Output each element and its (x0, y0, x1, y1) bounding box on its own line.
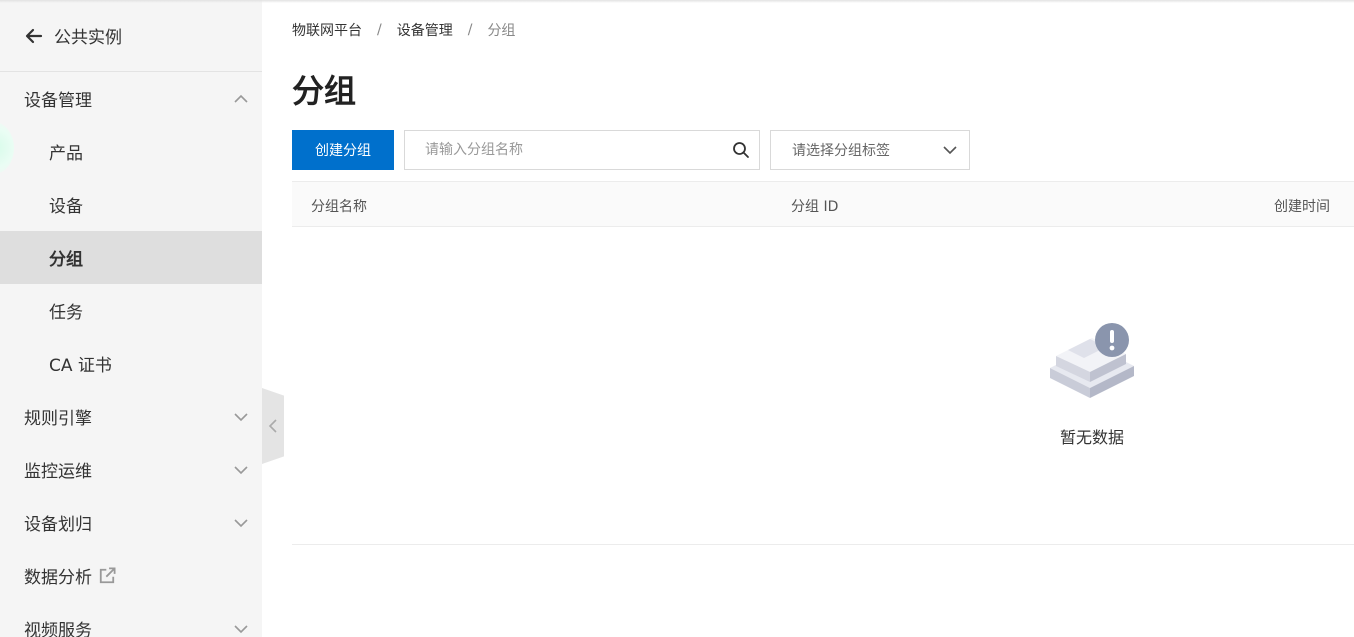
chevron-left-icon (268, 419, 277, 433)
chevron-down-icon (234, 412, 248, 421)
chevron-down-icon (234, 518, 248, 527)
sidebar-item-group[interactable]: 分组 (0, 231, 262, 284)
sidebar-item-product[interactable]: 产品 (0, 125, 262, 178)
sidebar-item-task[interactable]: 任务 (0, 284, 262, 337)
nav-group-data-analytics[interactable]: 数据分析 (0, 549, 262, 602)
group-tag-select[interactable]: 请选择分组标签 (770, 130, 970, 170)
external-link-icon (99, 566, 116, 583)
arrow-left-icon (25, 28, 43, 43)
sidebar-item-ca-certificate[interactable]: CA 证书 (0, 337, 262, 390)
breadcrumb-iot-platform[interactable]: 物联网平台 (292, 20, 362, 40)
table-header: 分组名称 分组 ID 创建时间 (292, 181, 1354, 227)
chevron-down-icon (234, 465, 248, 474)
search-button[interactable] (723, 141, 759, 159)
column-header-group-name: 分组名称 (311, 199, 367, 215)
breadcrumb-current: 分组 (487, 23, 516, 39)
breadcrumb: 物联网平台 / 设备管理 / 分组 (292, 20, 515, 40)
group-name-search-input[interactable] (405, 131, 723, 169)
chevron-down-icon (234, 624, 248, 633)
top-shadow (0, 0, 1354, 3)
sidebar: 公共实例 设备管理 产品 设备 分组 任务 CA 证书 规则引擎 监控运维 设备… (0, 0, 262, 637)
group-tag-select-placeholder: 请选择分组标签 (792, 143, 890, 159)
nav-group-monitoring-ops[interactable]: 监控运维 (0, 443, 262, 496)
empty-box-icon (1050, 323, 1134, 398)
back-label: 公共实例 (54, 28, 122, 48)
nav-group-label: 设备管理 (24, 91, 92, 111)
search-icon (733, 142, 749, 158)
breadcrumb-separator: / (467, 22, 473, 38)
nav-group-device-management[interactable]: 设备管理 (0, 72, 262, 125)
table-bottom-border (292, 544, 1354, 545)
toolbar: 创建分组 请选择分组标签 (292, 130, 970, 170)
app-root: 公共实例 设备管理 产品 设备 分组 任务 CA 证书 规则引擎 监控运维 设备… (0, 0, 1354, 637)
nav-group-video-service[interactable]: 视频服务 (0, 602, 262, 637)
sidebar-collapse-handle[interactable] (262, 388, 284, 464)
column-header-created-time: 创建时间 (1274, 199, 1330, 215)
chevron-up-icon (234, 94, 248, 103)
chevron-down-icon (943, 146, 957, 155)
nav-group-device-assignment[interactable]: 设备划归 (0, 496, 262, 549)
column-header-group-id: 分组 ID (791, 199, 839, 215)
breadcrumb-device-management[interactable]: 设备管理 (397, 20, 453, 40)
empty-state: 暂无数据 (1042, 320, 1142, 448)
main-content: 物联网平台 / 设备管理 / 分组 分组 创建分组 请选择分组标签 分组名称 分… (292, 0, 1354, 637)
create-group-button[interactable]: 创建分组 (292, 130, 394, 170)
page-title: 分组 (292, 72, 357, 110)
nav-group-rule-engine[interactable]: 规则引擎 (0, 390, 262, 443)
breadcrumb-separator: / (377, 22, 382, 38)
back-to-instances-button[interactable]: 公共实例 (0, 0, 262, 72)
sidebar-item-device[interactable]: 设备 (0, 178, 262, 231)
empty-state-text: 暂无数据 (1059, 428, 1124, 447)
search-box (404, 130, 760, 170)
